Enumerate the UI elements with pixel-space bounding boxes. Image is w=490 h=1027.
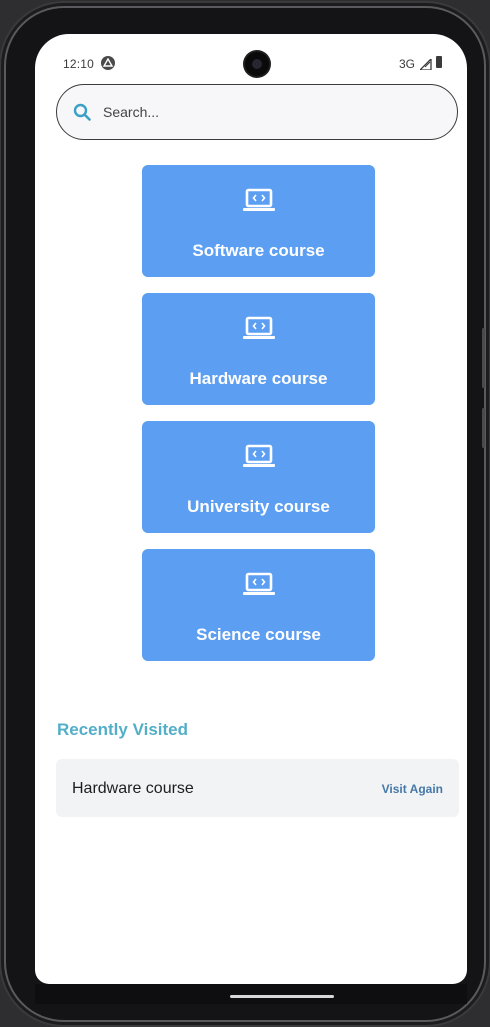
- course-card-science[interactable]: Science course: [142, 549, 375, 661]
- power-button: [482, 328, 485, 388]
- app-screen: 12:10 3G Software course: [35, 34, 467, 984]
- signal-icon: [418, 57, 432, 75]
- status-bar: 12:10 3G: [35, 34, 467, 76]
- laptop-code-icon: [241, 187, 277, 220]
- recently-visited-item[interactable]: Hardware course Visit Again: [56, 759, 459, 817]
- laptop-code-icon: [241, 571, 277, 604]
- network-type: 3G: [399, 57, 416, 71]
- course-label: University course: [187, 497, 330, 516]
- visit-again-button[interactable]: Visit Again: [382, 782, 443, 796]
- course-card-hardware[interactable]: Hardware course: [142, 293, 375, 405]
- phone-frame: 12:10 3G Software course: [6, 8, 485, 1020]
- course-label: Science course: [196, 625, 321, 644]
- course-card-software[interactable]: Software course: [142, 165, 375, 277]
- front-camera: [245, 52, 269, 76]
- navigation-bar: [35, 984, 467, 1004]
- course-card-university[interactable]: University course: [142, 421, 375, 533]
- search-icon[interactable]: [73, 103, 91, 126]
- laptop-code-icon: [241, 443, 277, 476]
- home-indicator[interactable]: [230, 995, 334, 998]
- recently-visited-heading: Recently Visited: [57, 720, 189, 739]
- volume-button: [482, 408, 485, 448]
- search-input[interactable]: [103, 101, 423, 123]
- recent-item-title: Hardware course: [72, 780, 194, 797]
- app-notification-icon: [101, 56, 115, 70]
- course-label: Software course: [192, 241, 325, 260]
- laptop-code-icon: [241, 315, 277, 348]
- status-time: 12:10: [63, 57, 95, 71]
- course-label: Hardware course: [189, 369, 328, 388]
- search-bar[interactable]: [56, 84, 458, 140]
- battery-icon: [436, 56, 442, 68]
